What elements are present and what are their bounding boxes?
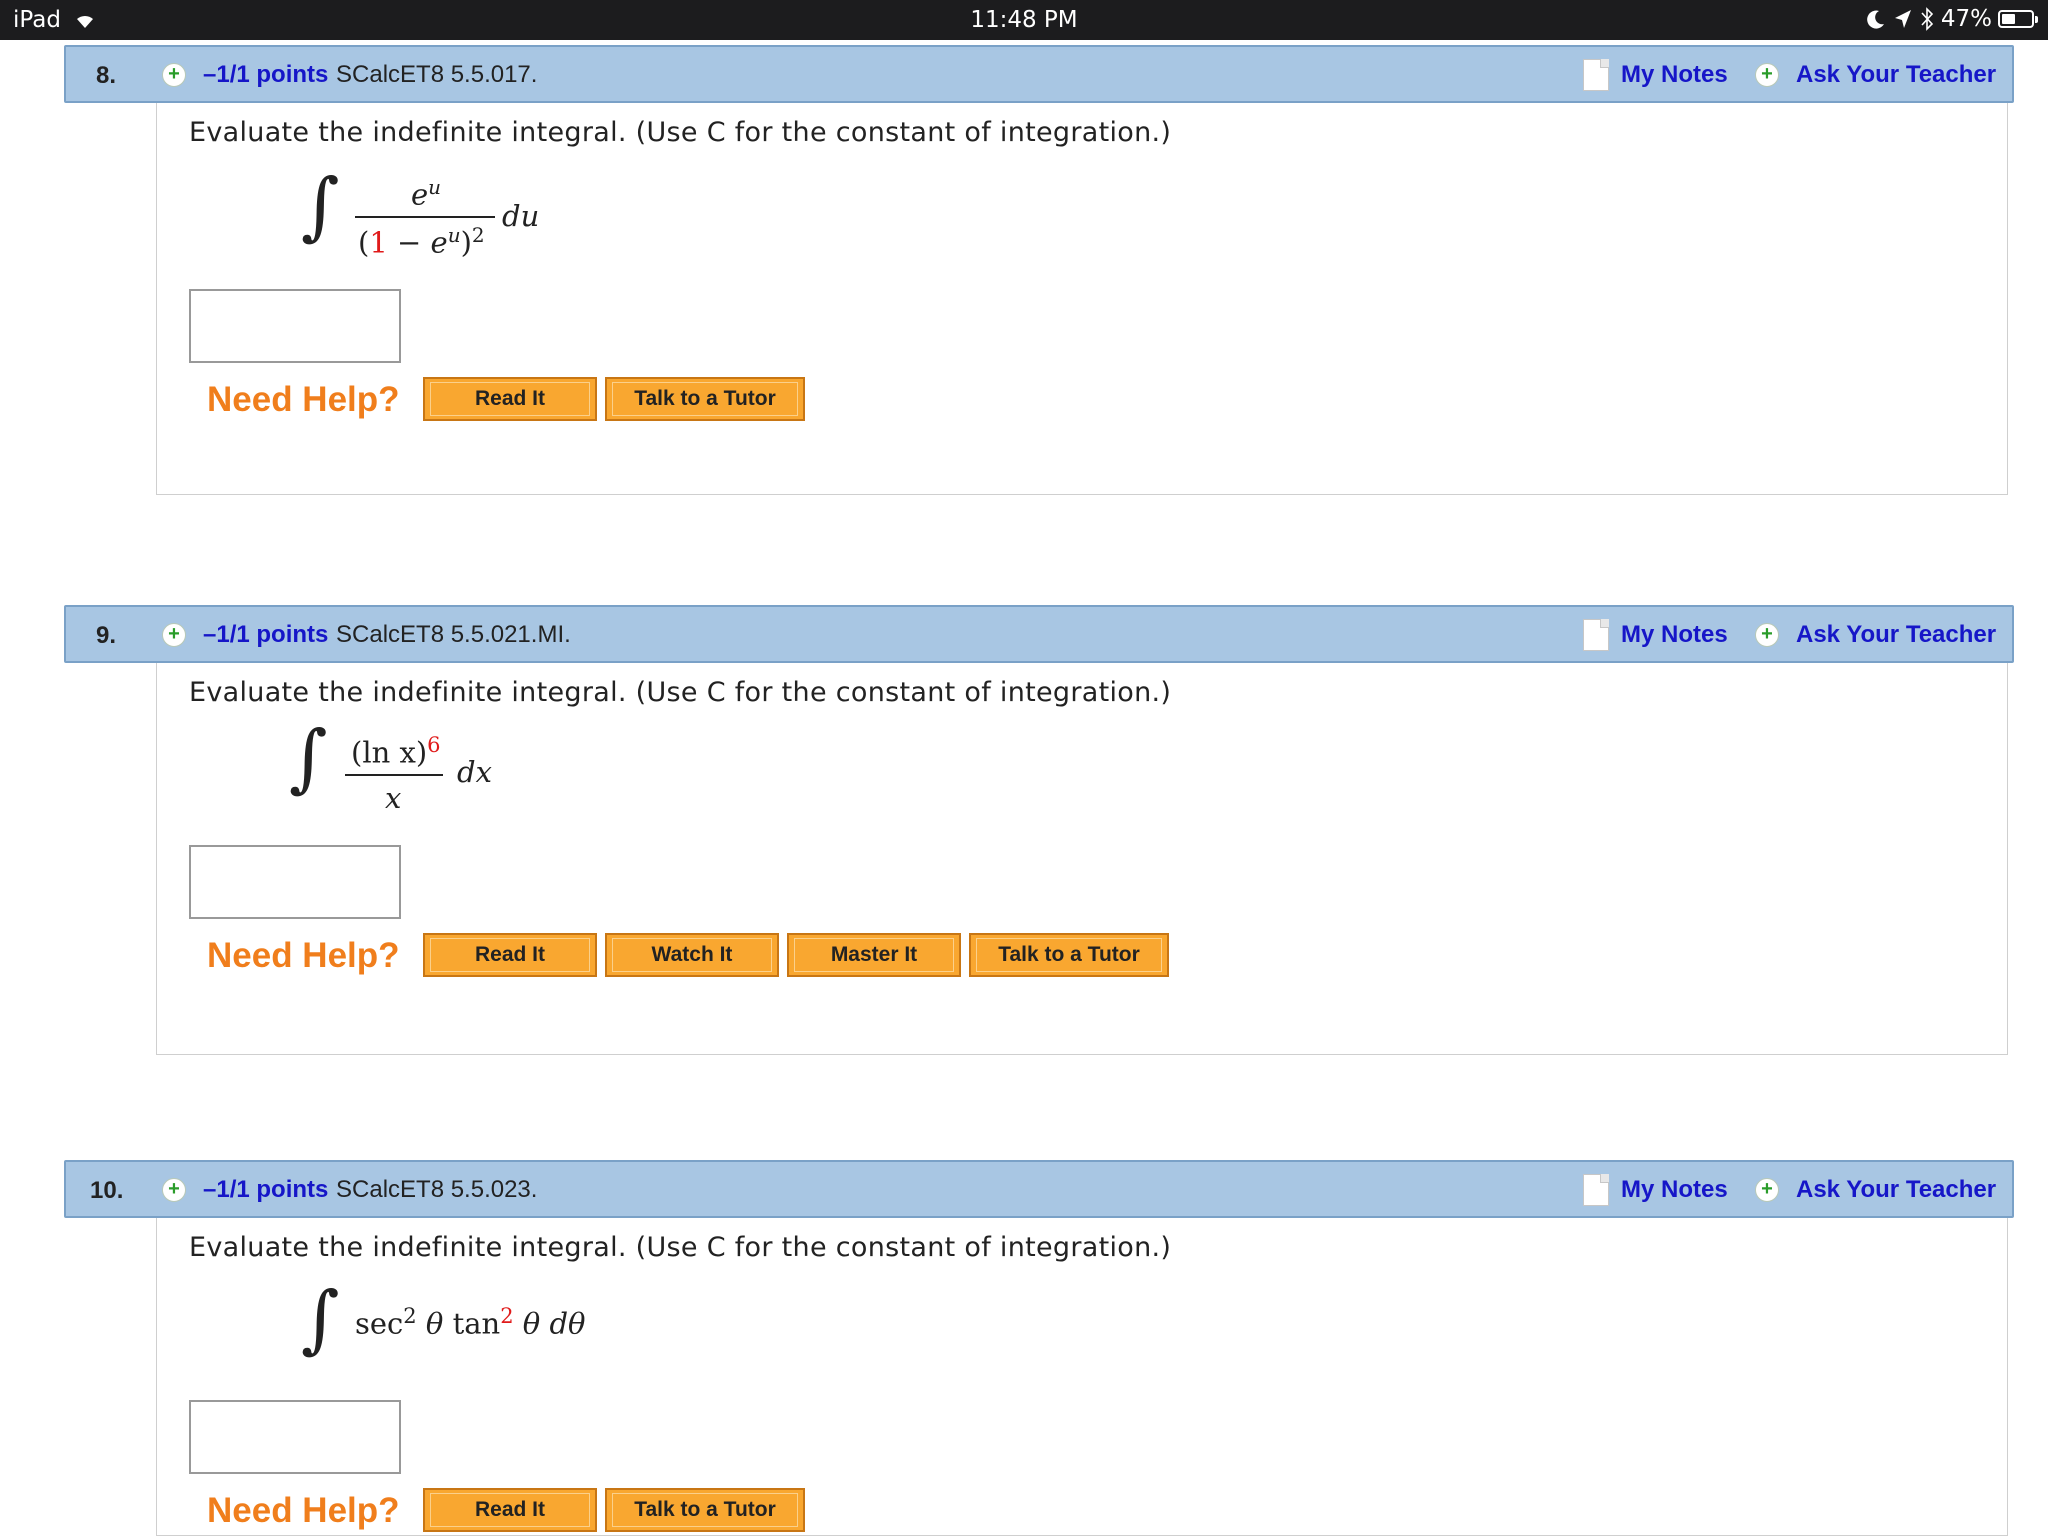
question-code: SCalcET8 5.5.021.MI. bbox=[336, 621, 571, 648]
plus-circle-icon[interactable]: + bbox=[162, 63, 186, 87]
my-notes-link[interactable]: My Notes bbox=[1621, 61, 1728, 89]
denominator: (1 − eu)2 bbox=[358, 223, 485, 260]
question-8: 8. + –1/1 points SCalcET8 5.5.017. My No… bbox=[64, 45, 2014, 495]
question-body: Evaluate the indefinite integral. (Use C… bbox=[156, 1218, 2008, 1536]
need-help-label: Need Help? bbox=[207, 936, 400, 975]
question-code: SCalcET8 5.5.023. bbox=[336, 1176, 538, 1203]
read-it-button[interactable]: Read It bbox=[423, 1488, 597, 1532]
read-it-button[interactable]: Read It bbox=[423, 933, 597, 977]
question-number: 8. bbox=[96, 62, 117, 89]
note-page-icon[interactable] bbox=[1583, 1174, 1609, 1206]
question-prompt: Evaluate the indefinite integral. (Use C… bbox=[189, 117, 1172, 148]
integral-sign: ∫ bbox=[301, 1276, 340, 1362]
integral-sign: ∫ bbox=[301, 163, 340, 249]
question-9: 9. + –1/1 points SCalcET8 5.5.021.MI. My… bbox=[64, 605, 2014, 1055]
fraction-bar bbox=[345, 774, 443, 776]
talk-to-a-tutor-button[interactable]: Talk to a Tutor bbox=[605, 377, 805, 421]
numerator: (ln x)6 bbox=[351, 733, 441, 770]
master-it-button[interactable]: Master It bbox=[787, 933, 961, 977]
location-arrow-icon bbox=[1894, 10, 1911, 28]
question-body: Evaluate the indefinite integral. (Use C… bbox=[156, 663, 2008, 1055]
answer-input[interactable] bbox=[189, 1400, 401, 1474]
read-it-button[interactable]: Read It bbox=[423, 377, 597, 421]
need-help-label: Need Help? bbox=[207, 1491, 400, 1530]
differential: dx bbox=[457, 755, 492, 789]
points-link[interactable]: –1/1 points bbox=[203, 61, 328, 89]
question-prompt: Evaluate the indefinite integral. (Use C… bbox=[189, 677, 1172, 708]
note-page-icon[interactable] bbox=[1583, 59, 1609, 91]
question-prompt: Evaluate the indefinite integral. (Use C… bbox=[189, 1232, 1172, 1263]
note-page-icon[interactable] bbox=[1583, 619, 1609, 651]
question-code: SCalcET8 5.5.017. bbox=[336, 61, 538, 88]
answer-input[interactable] bbox=[189, 845, 401, 919]
my-notes-link[interactable]: My Notes bbox=[1621, 621, 1728, 649]
points-link[interactable]: –1/1 points bbox=[203, 621, 328, 649]
battery-percent: 47% bbox=[1940, 6, 1992, 32]
battery-icon bbox=[1998, 10, 2038, 28]
status-bar: iPad 11:48 PM 47% bbox=[0, 0, 2048, 40]
question-header: 9. + –1/1 points SCalcET8 5.5.021.MI. My… bbox=[64, 605, 2014, 663]
status-icons: 47% bbox=[1865, 6, 2038, 32]
my-notes-link[interactable]: My Notes bbox=[1621, 1176, 1728, 1204]
question-number: 10. bbox=[90, 1177, 124, 1204]
watch-it-button[interactable]: Watch It bbox=[605, 933, 779, 977]
talk-to-a-tutor-button[interactable]: Talk to a Tutor bbox=[969, 933, 1169, 977]
points-link[interactable]: –1/1 points bbox=[203, 1176, 328, 1204]
ask-your-teacher-link[interactable]: Ask Your Teacher bbox=[1796, 61, 1996, 89]
plus-circle-icon[interactable]: + bbox=[1755, 63, 1779, 87]
clock: 11:48 PM bbox=[970, 7, 1078, 33]
question-number: 9. bbox=[96, 622, 117, 649]
plus-circle-icon[interactable]: + bbox=[1755, 1178, 1779, 1202]
numerator: eu bbox=[411, 175, 442, 212]
integral-sign: ∫ bbox=[289, 715, 328, 801]
bluetooth-icon bbox=[1921, 7, 1933, 31]
plus-circle-icon[interactable]: + bbox=[162, 1178, 186, 1202]
question-body: Evaluate the indefinite integral. (Use C… bbox=[156, 103, 2008, 495]
plus-circle-icon[interactable]: + bbox=[162, 623, 186, 647]
question-header: 8. + –1/1 points SCalcET8 5.5.017. My No… bbox=[64, 45, 2014, 103]
integrand: sec2 θ tan2 θ dθ bbox=[355, 1304, 586, 1341]
differential: du bbox=[502, 199, 540, 233]
denominator: x bbox=[385, 781, 402, 815]
question-10: 10. + –1/1 points SCalcET8 5.5.023. My N… bbox=[64, 1160, 2014, 1536]
answer-input[interactable] bbox=[189, 289, 401, 363]
question-header: 10. + –1/1 points SCalcET8 5.5.023. My N… bbox=[64, 1160, 2014, 1218]
need-help-label: Need Help? bbox=[207, 380, 400, 419]
battery-fill bbox=[2002, 14, 2016, 24]
moon-icon bbox=[1867, 10, 1884, 29]
ask-your-teacher-link[interactable]: Ask Your Teacher bbox=[1796, 621, 1996, 649]
ask-your-teacher-link[interactable]: Ask Your Teacher bbox=[1796, 1176, 1996, 1204]
plus-circle-icon[interactable]: + bbox=[1755, 623, 1779, 647]
talk-to-a-tutor-button[interactable]: Talk to a Tutor bbox=[605, 1488, 805, 1532]
fraction-bar bbox=[355, 216, 495, 218]
